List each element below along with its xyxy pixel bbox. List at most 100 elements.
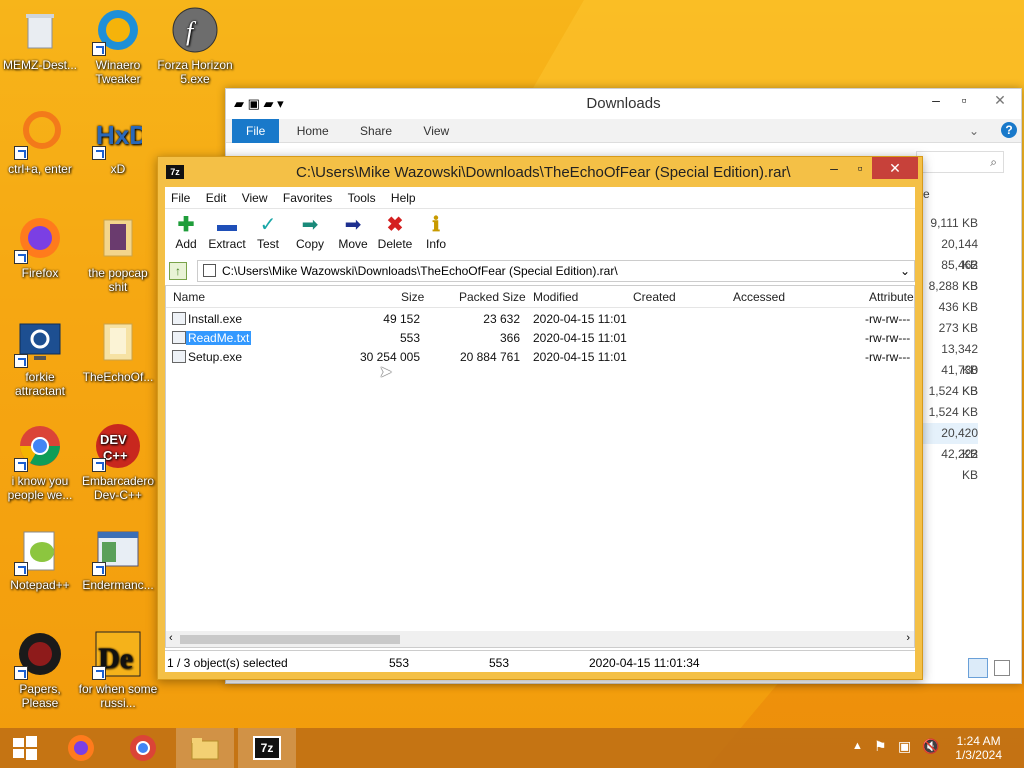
file-row-selected[interactable]: ReadMe.txt 553 366 2020-04-15 11:01 -rw-… [166, 328, 914, 347]
ribbon-tab-view[interactable]: View [409, 119, 463, 143]
horizontal-scrollbar[interactable]: ‹ › [166, 631, 914, 647]
sevenzip-window[interactable]: 7z C:\Users\Mike Wazowski\Downloads\TheE… [157, 156, 923, 680]
up-folder-icon[interactable]: ↑ [169, 262, 187, 280]
window-app-icon [92, 526, 142, 576]
exe-file-icon [172, 350, 186, 363]
sevenzip-title: C:\Users\Mike Wazowski\Downloads\TheEcho… [296, 164, 791, 181]
taskbar-7zip[interactable]: 7z [238, 728, 296, 768]
explorer-title-bar[interactable]: ▰ ▣ ▰ ▾ Downloads – ▫ ✕ [226, 89, 1021, 119]
desktop-icon-popcap[interactable]: the popcap shit [78, 214, 158, 294]
large-icons-view-icon[interactable] [994, 660, 1010, 676]
explorer-search-box[interactable]: ⌕ [916, 151, 1004, 173]
notepadpp-icon [14, 526, 64, 576]
desktop-icon-echooffear[interactable]: TheEchoOf... [78, 318, 158, 384]
explorer-minimize-button[interactable]: – [922, 89, 950, 111]
file-list[interactable]: Name Size Packed Size Modified Created A… [165, 285, 915, 648]
desktop-icon-label: the popcap shit [88, 266, 148, 294]
taskbar-firefox[interactable] [52, 728, 110, 768]
desktop-icon-russian[interactable]: De for when some russi... [78, 630, 158, 710]
scroll-left-icon[interactable]: ‹ [169, 632, 173, 644]
desktop-icon-label: Winaero Tweaker [95, 58, 141, 86]
desktop-icon-memz[interactable]: MEMZ-Dest... [0, 6, 80, 72]
status-selected: 1 / 3 object(s) selected [167, 656, 288, 670]
desktop-icon-ctrla[interactable]: ctrl+a, enter [0, 110, 80, 176]
desktop-icon-winaero[interactable]: Winaero Tweaker [78, 6, 158, 86]
menu-view[interactable]: View [236, 187, 274, 209]
action-center-flag-icon[interactable]: ⚑ [874, 738, 887, 755]
delete-button[interactable]: ✖ Delete [377, 213, 413, 251]
taskbar-chrome[interactable] [114, 728, 172, 768]
desktop-icon-endermanch[interactable]: Endermanc... [78, 526, 158, 592]
sevenzip-close-button[interactable]: ✕ [872, 157, 918, 179]
column-modified[interactable]: Modified [533, 290, 578, 304]
explorer-maximize-button[interactable]: ▫ [950, 89, 978, 111]
shortcut-arrow-icon [92, 666, 106, 680]
add-button[interactable]: ✚ Add [171, 213, 201, 251]
column-accessed[interactable]: Accessed [733, 290, 785, 304]
move-button[interactable]: ➡ Move [335, 213, 371, 251]
network-icon[interactable]: ▣ [898, 738, 911, 755]
column-size[interactable]: Size [401, 290, 424, 304]
file-size: 1,524 KB [928, 384, 978, 398]
desktop-icon-chrome[interactable]: i know you people we... [0, 422, 80, 502]
desktop-icon-firefox[interactable]: Firefox [0, 214, 80, 280]
menu-file[interactable]: File [165, 187, 196, 209]
info-button[interactable]: ℹ Info [421, 213, 451, 251]
copy-button[interactable]: ➡ Copy [293, 213, 327, 251]
desktop-icon-devcpp[interactable]: DEV C++ Embarcadero Dev-C++ [78, 422, 158, 502]
scrollbar-thumb[interactable] [180, 635, 400, 644]
ribbon-tab-share[interactable]: Share [346, 119, 406, 143]
help-icon[interactable]: ? [1001, 122, 1017, 138]
explorer-close-button[interactable]: ✕ [978, 89, 1022, 111]
status-packed: 553 [489, 656, 510, 670]
sevenzip-minimize-button[interactable]: – [820, 157, 848, 179]
details-view-icon[interactable] [968, 658, 988, 678]
desktop-icon-notepadpp[interactable]: Notepad++ [0, 526, 80, 592]
papers-please-icon [14, 630, 64, 680]
extract-button[interactable]: ▬ Extract [205, 213, 249, 251]
menu-tools[interactable]: Tools [342, 187, 382, 209]
taskbar-file-explorer[interactable] [176, 728, 234, 768]
address-bar[interactable]: C:\Users\Mike Wazowski\Downloads\TheEcho… [197, 260, 915, 282]
clock-time: 1:24 AM [956, 734, 1001, 748]
folder-icon [191, 738, 219, 760]
menu-bar: File Edit View Favorites Tools Help [165, 187, 915, 209]
file-row[interactable]: Setup.exe 30 254 005 20 884 761 2020-04-… [166, 347, 914, 366]
explorer-ribbon: File Home Share View ⌄ ? [226, 119, 1021, 143]
move-icon: ➡ [344, 214, 362, 236]
file-row[interactable]: Install.exe 49 152 23 632 2020-04-15 11:… [166, 309, 914, 328]
menu-edit[interactable]: Edit [200, 187, 233, 209]
desktop-icon-label: Embarcadero Dev-C++ [81, 474, 155, 502]
sevenzip-maximize-button[interactable]: ▫ [846, 157, 874, 179]
start-button[interactable] [0, 728, 50, 768]
column-attribute[interactable]: Attribute [869, 290, 914, 304]
column-name[interactable]: Name [173, 290, 205, 304]
address-dropdown-icon[interactable]: ⌄ [900, 261, 910, 281]
file-packed-size: 23 632 [483, 312, 520, 326]
monitor-gear-icon [14, 318, 64, 368]
desktop-icon-label: for when some russi... [78, 682, 158, 710]
windows-logo-icon [13, 736, 37, 760]
scroll-right-icon[interactable]: › [906, 632, 910, 644]
desktop-icon-xd[interactable]: HxD xD [78, 110, 158, 176]
column-packed-size[interactable]: Packed Size [459, 290, 526, 304]
menu-favorites[interactable]: Favorites [277, 187, 338, 209]
ribbon-tab-home[interactable]: Home [283, 119, 343, 143]
desktop-icon-papers-please[interactable]: Papers, Please [0, 630, 80, 710]
ribbon-expand-chevron-icon[interactable]: ⌄ [955, 119, 993, 143]
sevenzip-title-bar[interactable]: 7z C:\Users\Mike Wazowski\Downloads\TheE… [158, 157, 922, 187]
delete-icon: ✖ [386, 214, 404, 236]
menu-help[interactable]: Help [385, 187, 422, 209]
mouse-cursor-icon: ➤ [379, 364, 393, 381]
desktop-icon-forkie[interactable]: forkie attractant [0, 318, 80, 398]
move-label: Move [338, 237, 368, 251]
volume-muted-icon[interactable]: 🔇 [922, 738, 939, 755]
explorer-title: Downloads [586, 95, 661, 112]
test-button[interactable]: ✓ Test [253, 213, 283, 251]
ribbon-tab-file[interactable]: File [232, 119, 280, 143]
column-created[interactable]: Created [633, 290, 676, 304]
desktop-icon-forza[interactable]: f Forza Horizon 5.exe [155, 6, 235, 86]
show-hidden-icons-icon[interactable]: ▲ [852, 740, 863, 752]
winaero-icon [92, 6, 142, 56]
system-clock[interactable]: 1:24 AM 1/3/2024 [955, 734, 1002, 762]
